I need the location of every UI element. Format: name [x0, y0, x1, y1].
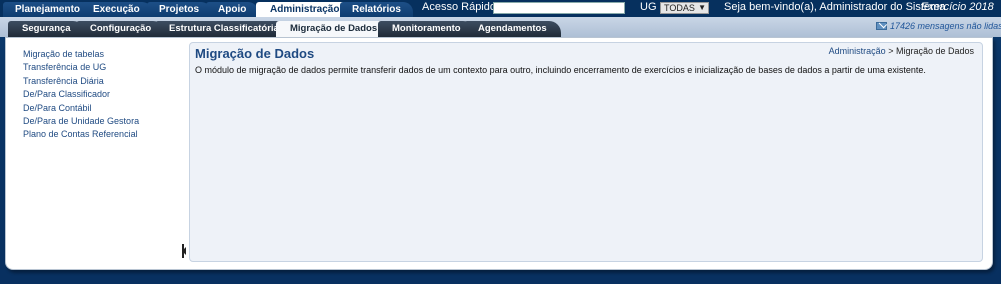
sidebar-item-migracao-de-tabelas[interactable]: Migração de tabelas — [23, 49, 104, 60]
breadcrumb: Administração > Migração de Dados — [829, 46, 974, 57]
main-menu-bar: Planejamento Execução Projetos Apoio Adm… — [0, 0, 1001, 17]
ug-select[interactable]: TODAS ▼ — [660, 2, 709, 14]
page-description: O módulo de migração de dados permite tr… — [195, 65, 926, 75]
mail-icon — [876, 22, 887, 30]
subtab-seguranca[interactable]: Segurança — [8, 21, 85, 37]
sidebar-item-depara-unidade-gestora[interactable]: De/Para de Unidade Gestora — [23, 116, 139, 127]
page-title: Migração de Dados — [195, 46, 315, 61]
menu-tab-relatorios[interactable]: Relatórios — [340, 2, 413, 17]
unread-messages-link[interactable]: 17426 mensagens não lidas — [876, 21, 1001, 32]
chevron-down-icon: ▼ — [698, 3, 706, 12]
sidebar-item-transferencia-de-ug[interactable]: Transferência de UG — [23, 62, 106, 73]
sidebar: Migração de tabelas Transferência de UG … — [6, 38, 188, 269]
sub-menu-bar: Segurança Configuração Estrutura Classif… — [0, 17, 1001, 37]
menu-tab-execucao[interactable]: Execução — [81, 2, 152, 17]
subtab-agendamentos[interactable]: Agendamentos — [464, 21, 561, 37]
subtab-migracao-de-dados[interactable]: Migração de Dados — [276, 21, 392, 37]
menu-tab-projetos[interactable]: Projetos — [147, 2, 212, 17]
ug-label: UG — [640, 1, 657, 13]
subtab-estrutura-classificatoria[interactable]: Estrutura Classificatória — [155, 21, 293, 37]
content-panel: Migração de Dados Administração > Migraç… — [189, 42, 983, 262]
breadcrumb-current: Migração de Dados — [895, 46, 974, 56]
exercise-year: Exercício 2018 — [921, 1, 994, 13]
sidebar-item-depara-contabil[interactable]: De/Para Contábil — [23, 103, 92, 114]
collapse-sidebar-icon[interactable] — [182, 244, 188, 258]
ug-selected-value: TODAS — [664, 3, 695, 13]
sidebar-item-plano-de-contas-referencial[interactable]: Plano de Contas Referencial — [23, 129, 138, 140]
sidebar-item-transferencia-diaria[interactable]: Transferência Diária — [23, 76, 104, 87]
menu-tab-apoio[interactable]: Apoio — [206, 2, 259, 17]
sidebar-item-depara-classificador[interactable]: De/Para Classificador — [23, 89, 110, 100]
menu-tab-planejamento[interactable]: Planejamento — [3, 2, 93, 17]
quick-access-input[interactable] — [493, 2, 625, 14]
breadcrumb-separator: > — [885, 46, 896, 56]
menu-tab-administracao[interactable]: Administração — [256, 2, 354, 17]
main-card: Migração de tabelas Transferência de UG … — [5, 37, 993, 270]
quick-access-label: Acesso Rápido — [422, 1, 496, 13]
subtab-configuracao[interactable]: Configuração — [76, 21, 166, 37]
welcome-text: Seja bem-vindo(a), Administrador do Sist… — [724, 1, 946, 13]
breadcrumb-link-administracao[interactable]: Administração — [829, 46, 886, 56]
subtab-monitoramento[interactable]: Monitoramento — [378, 21, 475, 37]
unread-messages-text: 17426 mensagens não lidas — [890, 21, 1001, 31]
